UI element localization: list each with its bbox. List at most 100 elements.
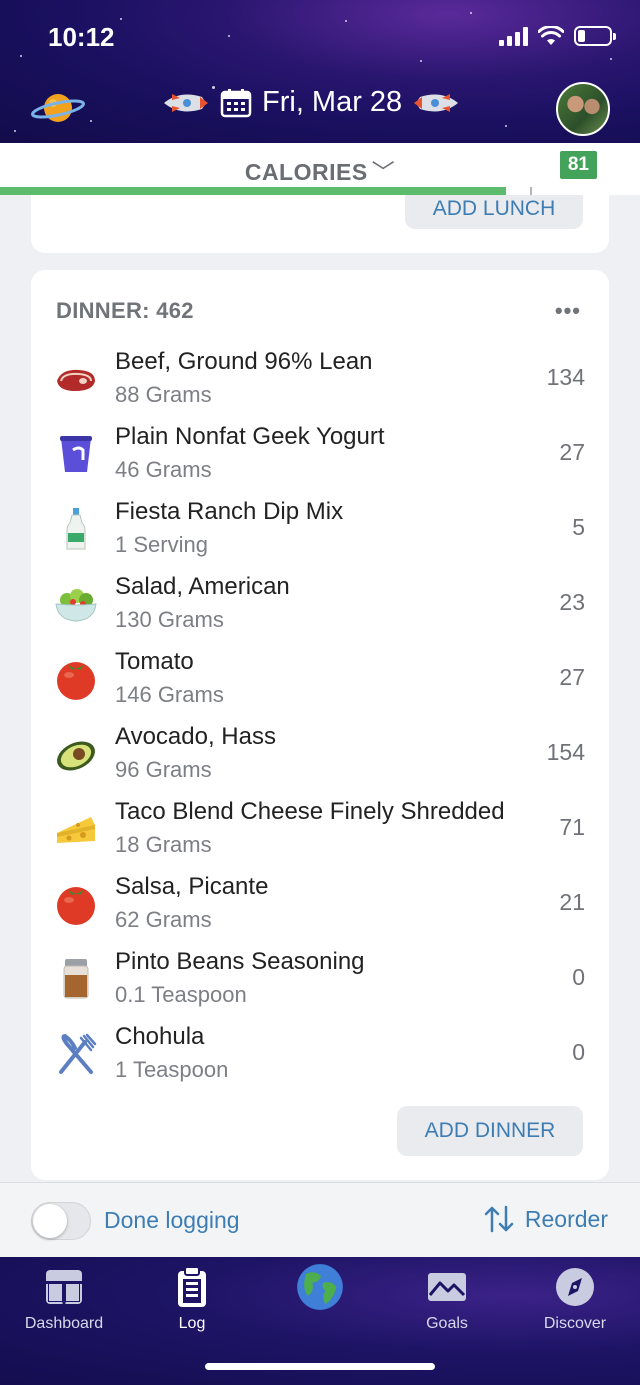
next-day-rocket-icon[interactable] [412, 88, 462, 118]
dinner-header: DINNER: 462 [56, 298, 194, 323]
reorder-arrows-icon [484, 1205, 514, 1233]
add-dinner-button[interactable]: ADD DINNER [397, 1106, 583, 1156]
done-logging-label: Done logging [104, 1207, 240, 1233]
food-name: Tomato [115, 648, 194, 675]
dinner-food-list: Beef, Ground 96% Lean 88 Grams 134 Plain… [31, 342, 609, 1092]
toggle-knob [33, 1204, 67, 1238]
reorder-button[interactable]: Reorder [483, 1205, 608, 1233]
food-amount: 1 Serving [115, 532, 208, 557]
tomato-icon [57, 887, 95, 925]
food-amount: 62 Grams [115, 907, 212, 932]
food-name: Avocado, Hass [115, 723, 276, 750]
signal-icon [499, 26, 528, 46]
clipboard-icon [178, 1266, 206, 1307]
tab-globe[interactable] [260, 1264, 380, 1317]
food-calories: 0 [572, 1039, 585, 1065]
food-amount: 0.1 Teaspoon [115, 982, 247, 1007]
reorder-label: Reorder [524, 1205, 608, 1232]
fork-knife-icon [59, 1033, 97, 1074]
food-name: Beef, Ground 96% Lean [115, 348, 373, 375]
food-amount: 130 Grams [115, 607, 224, 632]
date-navigator: Fri, Mar 28 [160, 86, 462, 119]
chevron-down-icon: ﹀ [371, 159, 396, 185]
previous-day-rocket-icon[interactable] [160, 88, 210, 118]
steak-icon [57, 369, 95, 391]
food-amount: 146 Grams [115, 682, 224, 707]
calories-selector[interactable]: CALORIES ﹀ 81 [0, 143, 640, 189]
calendar-icon [220, 88, 252, 117]
food-amount: 46 Grams [115, 457, 212, 482]
food-name: Fiesta Ranch Dip Mix [115, 498, 344, 525]
calorie-progress-fill [0, 187, 506, 195]
food-row[interactable]: Salsa, Picante 62 Grams 21 [31, 867, 609, 942]
date-picker[interactable]: Fri, Mar 28 [220, 86, 402, 119]
yogurt-cup-icon [60, 436, 92, 472]
food-calories: 71 [559, 814, 585, 840]
food-row[interactable]: Plain Nonfat Geek Yogurt 46 Grams 27 [31, 417, 609, 492]
calorie-progress-bar [0, 187, 640, 195]
calorie-progress-marker [530, 187, 532, 195]
dashboard-icon [46, 1270, 82, 1304]
food-name: Plain Nonfat Geek Yogurt [115, 423, 385, 450]
globe-icon [297, 1264, 343, 1310]
status-time: 10:12 [48, 22, 115, 52]
food-calories: 0 [572, 964, 585, 990]
lunch-card: ADD LUNCH [31, 195, 609, 253]
app-header: 10:12 Fri, Mar 28 [0, 0, 640, 143]
envelope-chart-icon [428, 1273, 466, 1301]
spice-jar-icon [63, 959, 89, 999]
food-row[interactable]: Pinto Beans Seasoning 0.1 Teaspoon 0 [31, 942, 609, 1017]
tab-label: Discover [543, 1315, 607, 1332]
tab-dashboard[interactable]: Dashboard [4, 1265, 124, 1333]
food-row[interactable]: Avocado, Hass 96 Grams 154 [31, 717, 609, 792]
food-calories: 27 [559, 664, 585, 690]
food-name: Taco Blend Cheese Finely Shredded [115, 798, 505, 825]
avocado-icon [57, 741, 95, 771]
tab-label: Dashboard [24, 1315, 104, 1332]
avatar[interactable] [556, 82, 610, 136]
wifi-icon [538, 26, 564, 45]
food-name: Pinto Beans Seasoning [115, 948, 365, 975]
add-lunch-button[interactable]: ADD LUNCH [405, 195, 583, 229]
food-row[interactable]: Taco Blend Cheese Finely Shredded 18 Gra… [31, 792, 609, 867]
done-logging-toggle[interactable] [31, 1202, 91, 1240]
food-amount: 96 Grams [115, 757, 212, 782]
food-calories: 27 [559, 439, 585, 465]
tab-label: Log [178, 1315, 206, 1332]
tomato-icon [57, 662, 95, 700]
food-calories: 154 [546, 739, 585, 765]
tab-label: Goals [426, 1315, 468, 1332]
tab-log[interactable]: Log [132, 1265, 252, 1333]
food-row[interactable]: Chohula 1 Teaspoon 0 [31, 1017, 609, 1092]
food-name: Salsa, Picante [115, 873, 269, 900]
calories-badge: 81 [559, 151, 597, 179]
food-amount: 1 Teaspoon [115, 1057, 229, 1082]
food-calories: 23 [559, 589, 585, 615]
log-footer: Done logging Reorder [0, 1182, 640, 1257]
food-row[interactable]: Fiesta Ranch Dip Mix 1 Serving 5 [31, 492, 609, 567]
home-indicator [205, 1363, 435, 1370]
food-amount: 18 Grams [115, 832, 212, 857]
food-calories: 5 [572, 514, 585, 540]
tab-discover[interactable]: Discover [515, 1265, 635, 1333]
status-icons [499, 26, 616, 46]
food-row[interactable]: Salad, American 130 Grams 23 [31, 567, 609, 642]
dressing-bottle-icon [66, 508, 86, 550]
food-name: Chohula [115, 1023, 205, 1050]
dinner-card: DINNER: 462 ••• Beef, Ground 96% Lean 88… [31, 270, 609, 1180]
food-row[interactable]: Tomato 146 Grams 27 [31, 642, 609, 717]
cheese-icon [57, 817, 95, 843]
date-label: Fri, Mar 28 [262, 86, 403, 118]
salad-bowl-icon [55, 589, 97, 622]
planet-icon[interactable] [30, 86, 86, 130]
calories-title: CALORIES [244, 159, 368, 185]
food-name: Salad, American [115, 573, 290, 600]
battery-icon [574, 26, 616, 46]
food-calories: 21 [559, 889, 585, 915]
compass-icon [556, 1268, 594, 1306]
food-row[interactable]: Beef, Ground 96% Lean 88 Grams 134 [31, 342, 609, 417]
tab-goals[interactable]: Goals [387, 1265, 507, 1333]
more-options-button[interactable]: ••• [555, 298, 581, 324]
tab-bar: Dashboard Log Goals Discover [0, 1257, 640, 1385]
food-calories: 134 [546, 364, 585, 390]
